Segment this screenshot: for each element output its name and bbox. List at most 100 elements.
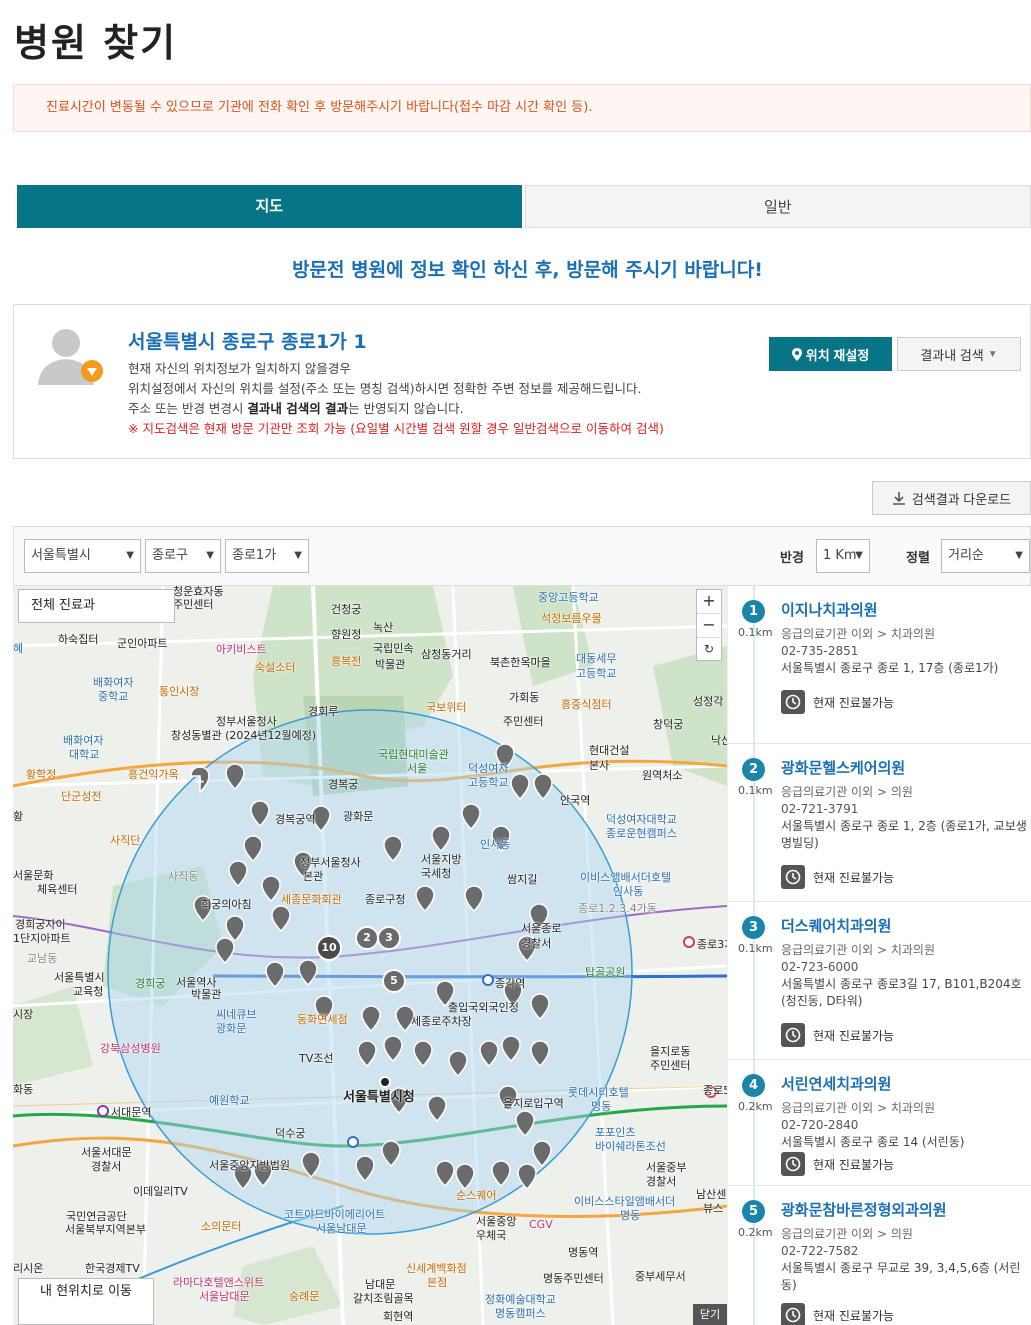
map-label: 종로구청 <box>365 893 406 906</box>
map-close-button[interactable]: 닫기 <box>693 1304 727 1325</box>
result-distance: 0.2km <box>738 1100 773 1113</box>
map-label: 덕수궁 <box>275 1127 306 1140</box>
map-label: 박물관 <box>375 658 406 671</box>
map-label: 흥복전 <box>331 655 362 668</box>
hospital-status: 현재 진료불가능 <box>781 1152 894 1176</box>
map-label: 예원학교 <box>209 1094 250 1107</box>
map-label: 흥건익가옥 <box>128 768 179 781</box>
radius-select[interactable]: 1 Km ▼ <box>816 539 870 573</box>
map-label: 종로운현캠퍼스 <box>606 827 677 840</box>
map-label: 대동세무 <box>576 652 617 665</box>
result-number: 5 <box>742 1200 765 1223</box>
chevron-down-icon: ▼ <box>987 348 998 360</box>
map-label: 서울특별시청 <box>343 1090 415 1105</box>
department-filter-button[interactable]: 전체 진료과 <box>18 589 175 623</box>
map-label: 안국역 <box>560 794 591 807</box>
map-label: 삼청동거리 <box>421 648 472 661</box>
map-label: 주민센터 <box>173 598 214 611</box>
map-label: 낙산 <box>711 734 727 747</box>
map-cluster-10[interactable]: 10 <box>318 941 340 954</box>
reset-location-button[interactable]: 위치 재설정 <box>769 337 892 371</box>
map-label: 혜 <box>13 642 24 655</box>
dong-select[interactable]: 종로1가 ▼ <box>225 539 309 573</box>
map-label: 향원정 <box>331 628 362 641</box>
hospital-status: 현재 진료불가능 <box>781 865 894 889</box>
map-label: 고등학교 <box>468 776 509 789</box>
map-label: 중학교 <box>98 690 129 703</box>
map-label: 본점 <box>427 1276 448 1289</box>
list-item[interactable]: 4 0.2km 서린연세치과의원 응급의료기관 이외 > 치과의원 02-720… <box>728 1060 1031 1186</box>
tab-general[interactable]: 일반 <box>524 185 1031 228</box>
map-label: 통인시장 <box>159 685 200 698</box>
chevron-down-icon: ▼ <box>126 550 134 561</box>
filter-bar: 서울특별시 ▼ 종로구 ▼ 종로1가 ▼ 반경 1 Km ▼ 정렬 거리순 ▼ <box>13 526 1031 586</box>
sort-label: 정렬 <box>906 551 930 566</box>
location-desc-line3: 주소 또는 반경 변경시 결과내 검색의 결과는 반영되지 않습니다. <box>128 401 464 416</box>
result-number: 4 <box>742 1074 765 1097</box>
results-list: 1 0.1km 이지나치과의원 응급의료기관 이외 > 치과의원 02-735-… <box>727 586 1031 1325</box>
sort-select[interactable]: 거리순 ▼ <box>941 539 1030 573</box>
map-label: TV조선 <box>299 1052 334 1065</box>
download-results-button[interactable]: 검색결과 다운로드 <box>872 481 1031 515</box>
hospital-address: 서울특별시 종로구 종로 14 (서린동) <box>781 1135 965 1149</box>
map-label: 교육청 <box>73 985 104 998</box>
map-label: 세종문화회관 <box>281 893 342 906</box>
hospital-status: 현재 진료불가능 <box>781 690 894 714</box>
map-label: 서울북부지역본부 <box>65 1223 146 1236</box>
map-label: 창성동별관 (2024년12월예정) <box>171 729 317 742</box>
search-within-results-button[interactable]: 결과내 검색 ▼ <box>897 337 1021 371</box>
map-cluster-5[interactable]: 5 <box>383 974 405 987</box>
map-label: 경회루 <box>308 705 339 718</box>
map-label: 광화문 <box>216 1022 247 1035</box>
sigungu-select[interactable]: 종로구 ▼ <box>145 539 221 573</box>
tab-map[interactable]: 지도 <box>17 185 522 228</box>
hospital-name[interactable]: 서린연세치과의원 <box>781 1073 891 1094</box>
map-label: 쌈지길 <box>507 873 538 886</box>
map-label: 서울 <box>407 762 428 775</box>
list-item[interactable]: 3 0.1km 더스퀘어치과의원 응급의료기관 이외 > 치과의원 02-723… <box>728 902 1031 1060</box>
sido-select[interactable]: 서울특별시 ▼ <box>24 539 141 573</box>
map-label: 갈치조림골목 <box>353 1292 414 1305</box>
hospital-name[interactable]: 더스퀘어치과의원 <box>781 915 891 936</box>
result-number: 3 <box>742 916 765 939</box>
map-label: 우체국 <box>476 1229 507 1242</box>
hospital-phone: 02-721-3791 <box>781 802 859 816</box>
hospital-status: 현재 진료불가능 <box>781 1023 894 1047</box>
my-location-button[interactable]: 내 현위치로 이동 <box>18 1278 154 1325</box>
map-label: 성정각 <box>693 695 724 708</box>
map-label: 희궁의아침 <box>201 898 252 911</box>
map-label: 을지로입구역 <box>503 1097 564 1110</box>
map-label: 인사동 <box>480 838 511 851</box>
map-label: 북촌한옥마을 <box>490 656 551 669</box>
map-label: 사직동 <box>168 870 199 883</box>
list-item[interactable]: 2 0.1km 광화문헬스케어의원 응급의료기관 이외 > 의원 02-721-… <box>728 744 1031 902</box>
hospital-phone: 02-722-7582 <box>781 1244 859 1258</box>
zoom-in-button[interactable]: + <box>697 590 721 614</box>
map-label: 경찰서 <box>521 937 552 950</box>
map-label: 서대문역 <box>111 1106 152 1119</box>
hospital-category: 응급의료기관 이외 > 의원 <box>781 785 913 799</box>
map-label: 본관 <box>303 870 324 883</box>
hospital-status: 현재 진료불가능 <box>781 1303 894 1325</box>
view-tabs: 지도 일반 <box>17 185 1031 228</box>
map-label: 이데일리TV <box>133 1185 188 1198</box>
hospital-name[interactable]: 광화문헬스케어의원 <box>781 757 905 778</box>
map-label: 흥중식점터 <box>561 698 612 711</box>
zoom-out-button[interactable]: − <box>697 614 721 638</box>
zoom-reset-button[interactable]: ↻ <box>697 638 721 662</box>
hospital-map[interactable]: 10 2 3 5 청운효자동 주민센터 건청궁 녹산 중앙고등학교 석정보름우물… <box>13 586 727 1325</box>
map-cluster-2[interactable]: 2 <box>356 931 378 944</box>
map-label: 명동캠퍼스 <box>495 1307 546 1320</box>
map-label: 시장 <box>13 1008 34 1021</box>
hospital-address: 서울특별시 종로구 종로3길 17, B101,B204호 (청진동, D타워) <box>781 977 1022 1008</box>
hospital-name[interactable]: 이지나치과의원 <box>781 599 878 620</box>
map-label: 원역처소 <box>642 769 683 782</box>
map-cluster-3[interactable]: 3 <box>378 931 400 944</box>
list-item[interactable]: 5 0.2km 광화문참바른정형외과의원 응급의료기관 이외 > 의원 02-7… <box>728 1186 1031 1325</box>
chevron-down-icon: ▼ <box>294 550 302 561</box>
hospital-name[interactable]: 광화문참바른정형외과의원 <box>781 1199 947 1220</box>
map-label: 녹산 <box>373 621 394 634</box>
map-label: 경찰서 <box>646 1175 677 1188</box>
map-label: 리시온 <box>13 1262 44 1275</box>
list-item[interactable]: 1 0.1km 이지나치과의원 응급의료기관 이외 > 치과의원 02-735-… <box>728 586 1031 744</box>
